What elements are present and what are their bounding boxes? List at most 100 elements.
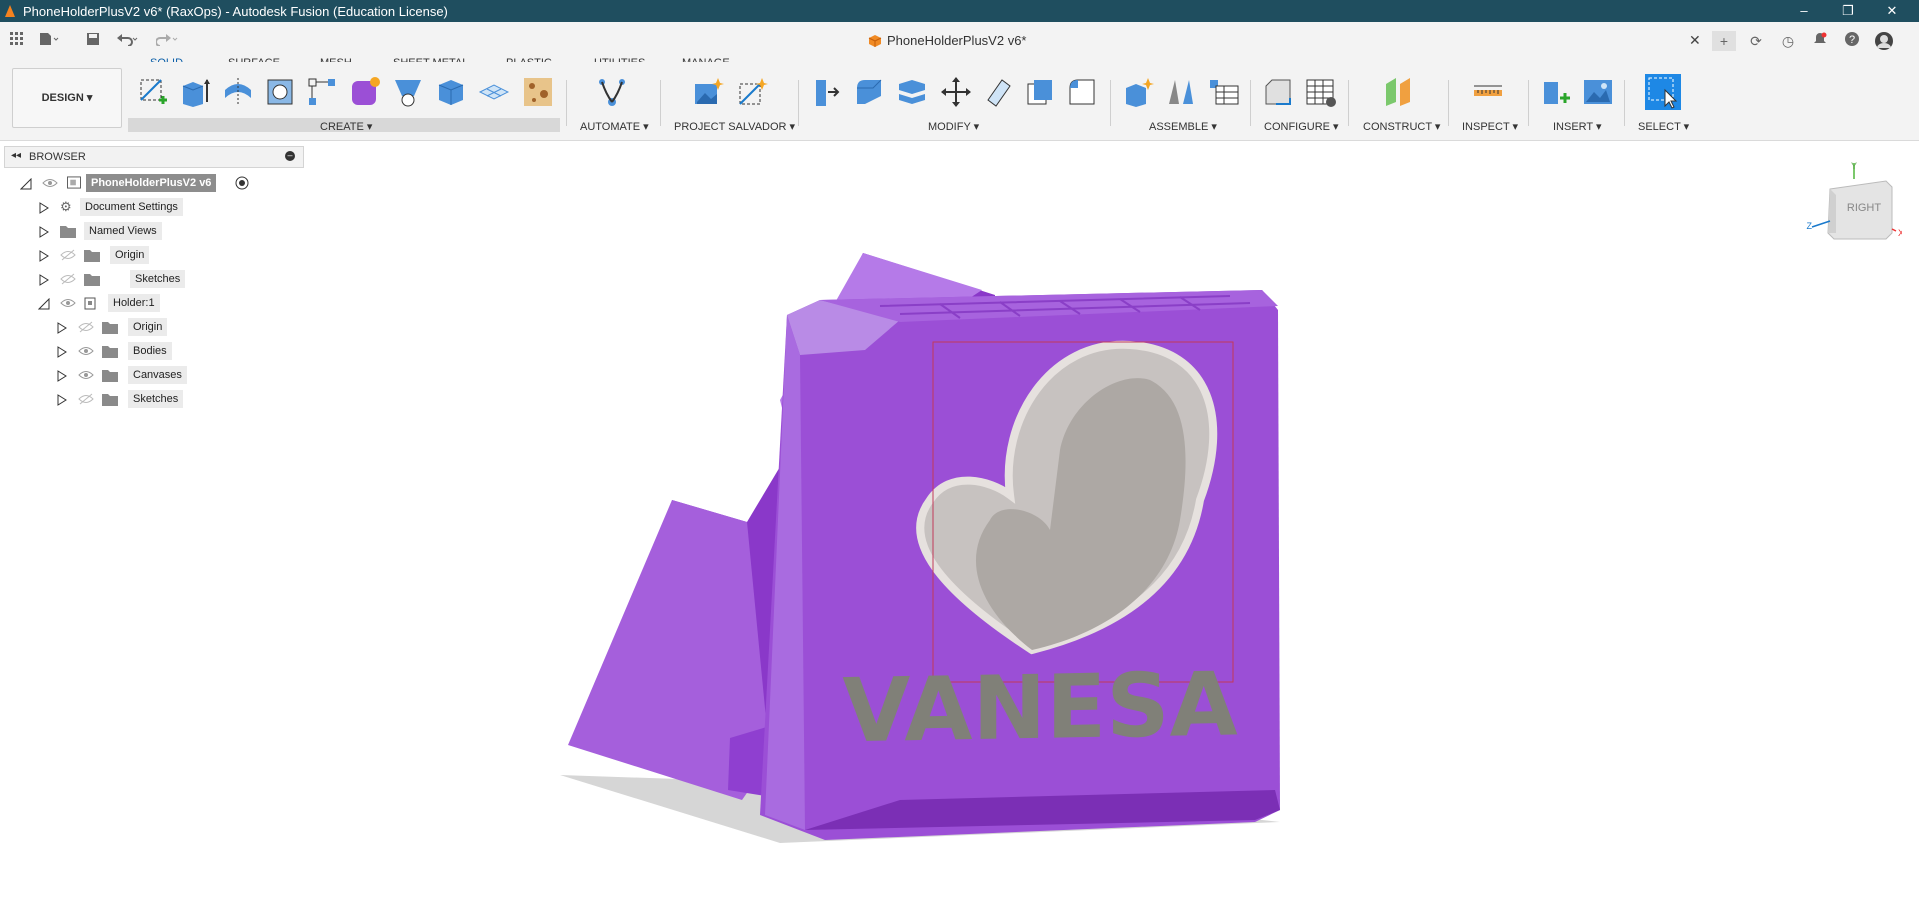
pattern-icon[interactable]	[306, 76, 338, 108]
workspace-switcher-button[interactable]: DESIGN ▾	[12, 68, 122, 128]
loft-icon[interactable]	[392, 76, 424, 108]
combine-icon[interactable]	[1024, 76, 1056, 108]
canvas-viewport[interactable]: VANESA	[0, 141, 1919, 916]
help-icon[interactable]: ?	[1840, 31, 1864, 51]
expand-triangle-icon[interactable]	[56, 322, 68, 334]
insert-canvas-icon[interactable]	[1582, 76, 1614, 108]
hidden-eye-icon[interactable]	[60, 273, 76, 285]
tree-item-named-views[interactable]: Named Views	[38, 222, 238, 242]
insert-derive-icon[interactable]	[1540, 76, 1572, 108]
expand-triangle-icon[interactable]	[38, 226, 50, 238]
visibility-eye-icon[interactable]	[60, 297, 76, 309]
tree-item-holder-sketches[interactable]: Sketches	[56, 390, 256, 410]
extrude-icon[interactable]	[179, 76, 211, 108]
expand-triangle-icon[interactable]	[38, 274, 50, 286]
browser-panel-header: ◂◂ BROWSER –	[4, 146, 304, 168]
expand-triangle-icon[interactable]	[56, 370, 68, 382]
configure-icon[interactable]	[1262, 76, 1294, 108]
hidden-eye-icon[interactable]	[78, 321, 94, 333]
create-sketch-icon[interactable]	[137, 76, 169, 108]
svg-text:Y: Y	[1851, 161, 1857, 171]
select-icon[interactable]	[1645, 74, 1681, 110]
undo-icon[interactable]	[116, 30, 138, 52]
bill-of-materials-icon[interactable]	[1208, 76, 1240, 108]
activate-radio-icon[interactable]	[235, 176, 249, 190]
tree-item-document-settings[interactable]: ⚙ Document Settings	[38, 198, 238, 218]
fillet-icon[interactable]	[853, 76, 885, 108]
configuration-table-icon[interactable]	[1305, 76, 1337, 108]
separator	[1528, 80, 1529, 126]
tree-item-sketches[interactable]: Sketches	[38, 270, 238, 290]
hidden-eye-icon[interactable]	[60, 249, 76, 261]
move-copy-icon[interactable]	[940, 76, 972, 108]
new-component-icon[interactable]	[1122, 76, 1154, 108]
expand-triangle-icon[interactable]	[56, 394, 68, 406]
expand-triangle-icon[interactable]	[38, 250, 50, 262]
decal-icon[interactable]	[522, 76, 554, 108]
new-tab-icon[interactable]: +	[1712, 31, 1736, 51]
file-menu-icon[interactable]	[38, 30, 60, 52]
clock-icon[interactable]: ◷	[1776, 31, 1800, 51]
maximize-button[interactable]: ❐	[1826, 0, 1870, 22]
tree-item-holder[interactable]: Holder:1	[38, 294, 238, 314]
inspect-menu[interactable]: INSPECT ▾	[1462, 120, 1518, 133]
automate-menu[interactable]: AUTOMATE ▾	[580, 120, 649, 133]
separator	[798, 80, 799, 126]
browser-title: BROWSER	[29, 151, 86, 163]
close-window-button[interactable]: ✕	[1870, 0, 1914, 22]
visibility-eye-icon[interactable]	[78, 345, 94, 357]
salvador-image-icon[interactable]	[692, 76, 724, 108]
press-pull-icon[interactable]	[810, 76, 842, 108]
salvador-sketch-icon[interactable]	[736, 76, 768, 108]
visibility-eye-icon[interactable]	[42, 177, 58, 189]
measure-icon[interactable]	[1472, 76, 1504, 108]
replace-face-icon[interactable]	[1066, 76, 1098, 108]
configure-menu[interactable]: CONFIGURE ▾	[1264, 120, 1339, 133]
tree-item-origin[interactable]: Origin	[38, 246, 238, 266]
project-salvador-menu[interactable]: PROJECT SALVADOR ▾	[674, 120, 795, 133]
document-tab-title[interactable]: PhoneHolderPlusV2 v6*	[887, 33, 1026, 48]
tree-item-holder-origin[interactable]: Origin	[56, 318, 256, 338]
redo-icon[interactable]	[155, 30, 178, 52]
scale-icon[interactable]	[982, 76, 1014, 108]
tree-root-label: PhoneHolderPlusV2 v6	[86, 174, 217, 192]
modify-menu[interactable]: MODIFY ▾	[928, 120, 979, 133]
window-title: PhoneHolderPlusV2 v6* (RaxOps) - Autodes…	[23, 4, 448, 19]
form-icon[interactable]	[349, 76, 381, 108]
view-cube[interactable]: Y RIGHT Z X	[1806, 159, 1902, 243]
joint-icon[interactable]	[1165, 76, 1197, 108]
automate-icon[interactable]	[596, 76, 628, 108]
construct-menu[interactable]: CONSTRUCT ▾	[1363, 120, 1440, 133]
shell-icon[interactable]	[896, 76, 928, 108]
browser-options-icon[interactable]: –	[285, 151, 295, 161]
tree-root[interactable]: PhoneHolderPlusV2 v6	[20, 174, 320, 194]
plane-icon[interactable]	[478, 76, 510, 108]
tree-item-bodies[interactable]: Bodies	[56, 342, 256, 362]
collapse-triangle-icon[interactable]	[20, 178, 32, 190]
separator	[566, 80, 567, 126]
app-grid-icon[interactable]	[6, 30, 28, 52]
hidden-eye-icon[interactable]	[78, 393, 94, 405]
select-menu[interactable]: SELECT ▾	[1638, 120, 1689, 133]
collapse-triangle-icon[interactable]	[38, 298, 50, 310]
offset-plane-icon[interactable]	[1382, 76, 1414, 108]
user-avatar-icon[interactable]	[1872, 31, 1896, 51]
save-icon[interactable]	[82, 30, 104, 52]
expand-triangle-icon[interactable]	[56, 346, 68, 358]
assemble-menu[interactable]: ASSEMBLE ▾	[1149, 120, 1217, 133]
gear-icon: ⚙	[60, 199, 72, 214]
revolve-icon[interactable]	[222, 76, 254, 108]
insert-menu[interactable]: INSERT ▾	[1553, 120, 1602, 133]
visibility-eye-icon[interactable]	[78, 369, 94, 381]
tree-item-canvases[interactable]: Canvases	[56, 366, 256, 386]
hole-icon[interactable]	[264, 76, 296, 108]
separator	[1624, 80, 1625, 126]
expand-triangle-icon[interactable]	[38, 202, 50, 214]
close-document-button[interactable]: ✕	[1689, 32, 1701, 49]
notifications-icon[interactable]	[1808, 31, 1832, 51]
create-menu[interactable]: CREATE ▾	[320, 120, 372, 133]
minimize-button[interactable]: –	[1782, 0, 1826, 22]
box-icon[interactable]	[435, 76, 467, 108]
job-status-icon[interactable]: ⟳	[1744, 31, 1768, 51]
collapse-browser-icon[interactable]: ◂◂	[11, 150, 21, 161]
